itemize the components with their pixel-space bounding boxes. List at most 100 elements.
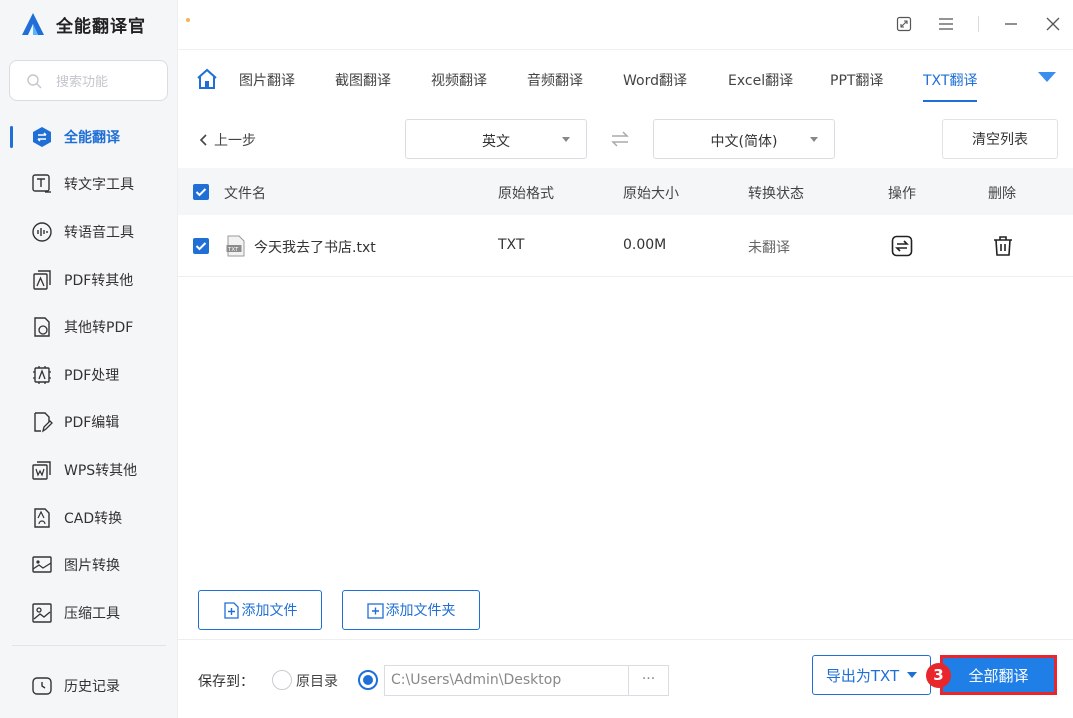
- tab-video-translate[interactable]: 视频翻译: [431, 70, 487, 90]
- decorative-dot: [186, 18, 190, 22]
- sidebar-item-label: 转语音工具: [64, 224, 134, 241]
- minimize-button[interactable]: [1001, 14, 1021, 34]
- convert-action-icon[interactable]: [891, 235, 913, 257]
- image-convert-icon: [30, 553, 54, 577]
- custom-directory-radio[interactable]: [358, 670, 378, 690]
- row-filename: 今天我去了书店.txt: [254, 240, 376, 256]
- add-file-label: 添加文件: [241, 603, 298, 619]
- tab-excel-translate[interactable]: Excel翻译: [728, 70, 793, 90]
- target-language-value: 中文(简体): [710, 134, 778, 150]
- save-path-field[interactable]: C:\Users\Admin\Desktop: [384, 665, 629, 696]
- add-folder-label: 添加文件夹: [385, 603, 456, 619]
- pdf-import-icon: [30, 315, 54, 339]
- tab-ppt-translate[interactable]: PPT翻译: [830, 70, 883, 90]
- menu-button[interactable]: [936, 14, 956, 34]
- sidebar-item-history[interactable]: 历史记录: [0, 662, 178, 710]
- add-folder-icon: [366, 602, 384, 619]
- translate-all-button[interactable]: 全部翻译: [940, 655, 1057, 695]
- header-format: 原始格式: [498, 186, 554, 202]
- row-format: TXT: [498, 237, 525, 253]
- sidebar-item-cad[interactable]: CAD转换: [0, 494, 178, 542]
- original-directory-label[interactable]: 原目录: [296, 671, 338, 691]
- more-tabs-icon[interactable]: [1038, 72, 1056, 82]
- sidebar: 全能翻译官 搜索功能 全能翻译 转文字工具 转语音工具 PDF转其他 其他转PD…: [0, 0, 178, 718]
- translate-icon: [30, 125, 54, 149]
- header-size: 原始大小: [623, 186, 679, 202]
- tab-bar: 图片翻译 截图翻译 视频翻译 音频翻译 Word翻译 Excel翻译 PPT翻译…: [178, 49, 1073, 109]
- export-format-button[interactable]: 导出为TXT: [812, 655, 931, 695]
- sidebar-item-other-to-pdf[interactable]: 其他转PDF: [0, 303, 178, 351]
- tab-word-translate[interactable]: Word翻译: [623, 70, 687, 90]
- tab-image-translate[interactable]: 图片翻译: [239, 70, 295, 90]
- sidebar-item-voice-tool[interactable]: 转语音工具: [0, 208, 178, 256]
- tab-screenshot-translate[interactable]: 截图翻译: [335, 70, 391, 90]
- minimize-icon: [1005, 23, 1017, 25]
- search-input[interactable]: 搜索功能: [9, 60, 168, 101]
- svg-text:TXT: TXT: [227, 247, 239, 253]
- brand: 全能翻译官: [20, 10, 146, 38]
- sidebar-divider: [12, 645, 166, 646]
- export-format-label: 导出为TXT: [825, 666, 900, 685]
- pdf-process-icon: [30, 363, 54, 387]
- pdf-edit-icon: [30, 410, 54, 434]
- sidebar-item-pdf-process[interactable]: PDF处理: [0, 351, 178, 399]
- browse-button[interactable]: ···: [628, 665, 669, 696]
- pdf-export-icon: [30, 268, 54, 292]
- sidebar-item-pdf-edit[interactable]: PDF编辑: [0, 399, 178, 447]
- compress-icon: [30, 601, 54, 625]
- row-checkbox[interactable]: [193, 238, 209, 254]
- app-window: 全能翻译官 搜索功能 全能翻译 转文字工具 转语音工具 PDF转其他 其他转PD…: [0, 0, 1073, 718]
- sidebar-item-label: 历史记录: [64, 678, 120, 695]
- window-controls-divider: [978, 16, 979, 32]
- back-label: 上一步: [214, 133, 256, 149]
- sidebar-item-compress[interactable]: 压缩工具: [0, 589, 178, 637]
- clear-list-button[interactable]: 清空列表: [942, 119, 1058, 159]
- file-table-header: 文件名 原始格式 原始大小 转换状态 操作 删除: [178, 168, 1073, 215]
- chevron-down-icon: [810, 137, 818, 142]
- txt-file-icon: TXT: [226, 235, 245, 257]
- row-status: 未翻译: [748, 240, 790, 256]
- sidebar-item-label: PDF编辑: [64, 415, 120, 432]
- sidebar-item-image-convert[interactable]: 图片转换: [0, 541, 178, 589]
- resize-icon: [896, 16, 912, 32]
- source-language-value: 英文: [482, 134, 510, 150]
- header-filename: 文件名: [224, 186, 266, 202]
- sidebar-item-translate[interactable]: 全能翻译: [0, 113, 178, 161]
- tab-txt-translate[interactable]: TXT翻译: [923, 70, 978, 102]
- history-icon: [30, 674, 54, 698]
- cad-icon: [30, 506, 54, 530]
- source-language-select[interactable]: 英文: [405, 119, 587, 159]
- sidebar-item-label: 压缩工具: [64, 605, 120, 622]
- delete-row-icon[interactable]: [992, 235, 1014, 257]
- chevron-down-icon: [562, 137, 570, 142]
- row-size: 0.00M: [623, 237, 667, 253]
- sidebar-item-wps-to-other[interactable]: WPS转其他: [0, 446, 178, 494]
- original-directory-radio[interactable]: [272, 670, 292, 690]
- add-folder-button[interactable]: 添加文件夹: [342, 590, 480, 630]
- footer-bar: 保存到： 原目录 C:\Users\Admin\Desktop ··· 导出为T…: [178, 639, 1073, 718]
- close-button[interactable]: [1043, 14, 1063, 34]
- select-all-checkbox[interactable]: [193, 184, 209, 200]
- sidebar-item-pdf-to-other[interactable]: PDF转其他: [0, 256, 178, 304]
- app-title: 全能翻译官: [56, 16, 146, 37]
- sidebar-item-label: WPS转其他: [64, 462, 138, 479]
- header-status: 转换状态: [748, 186, 804, 202]
- app-logo-icon: [22, 13, 44, 35]
- sidebar-item-text-tool[interactable]: 转文字工具: [0, 161, 178, 209]
- back-button[interactable]: 上一步: [198, 130, 256, 150]
- add-file-button[interactable]: 添加文件: [198, 590, 322, 630]
- sidebar-item-label: CAD转换: [64, 510, 123, 527]
- check-icon: [195, 242, 207, 251]
- target-language-select[interactable]: 中文(简体): [653, 119, 835, 159]
- tab-audio-translate[interactable]: 音频翻译: [527, 70, 583, 90]
- sidebar-item-label: 转文字工具: [64, 177, 134, 194]
- search-placeholder: 搜索功能: [56, 75, 109, 90]
- chevron-left-icon: [199, 134, 207, 146]
- swap-languages-icon[interactable]: [610, 130, 630, 148]
- pin-window-button[interactable]: [894, 14, 914, 34]
- voice-icon: [30, 220, 54, 244]
- sidebar-nav: 全能翻译 转文字工具 转语音工具 PDF转其他 其他转PDF PDF处理 PDF…: [0, 113, 178, 637]
- home-icon[interactable]: [196, 68, 218, 90]
- add-file-icon: [223, 601, 239, 619]
- sidebar-item-label: PDF处理: [64, 367, 120, 384]
